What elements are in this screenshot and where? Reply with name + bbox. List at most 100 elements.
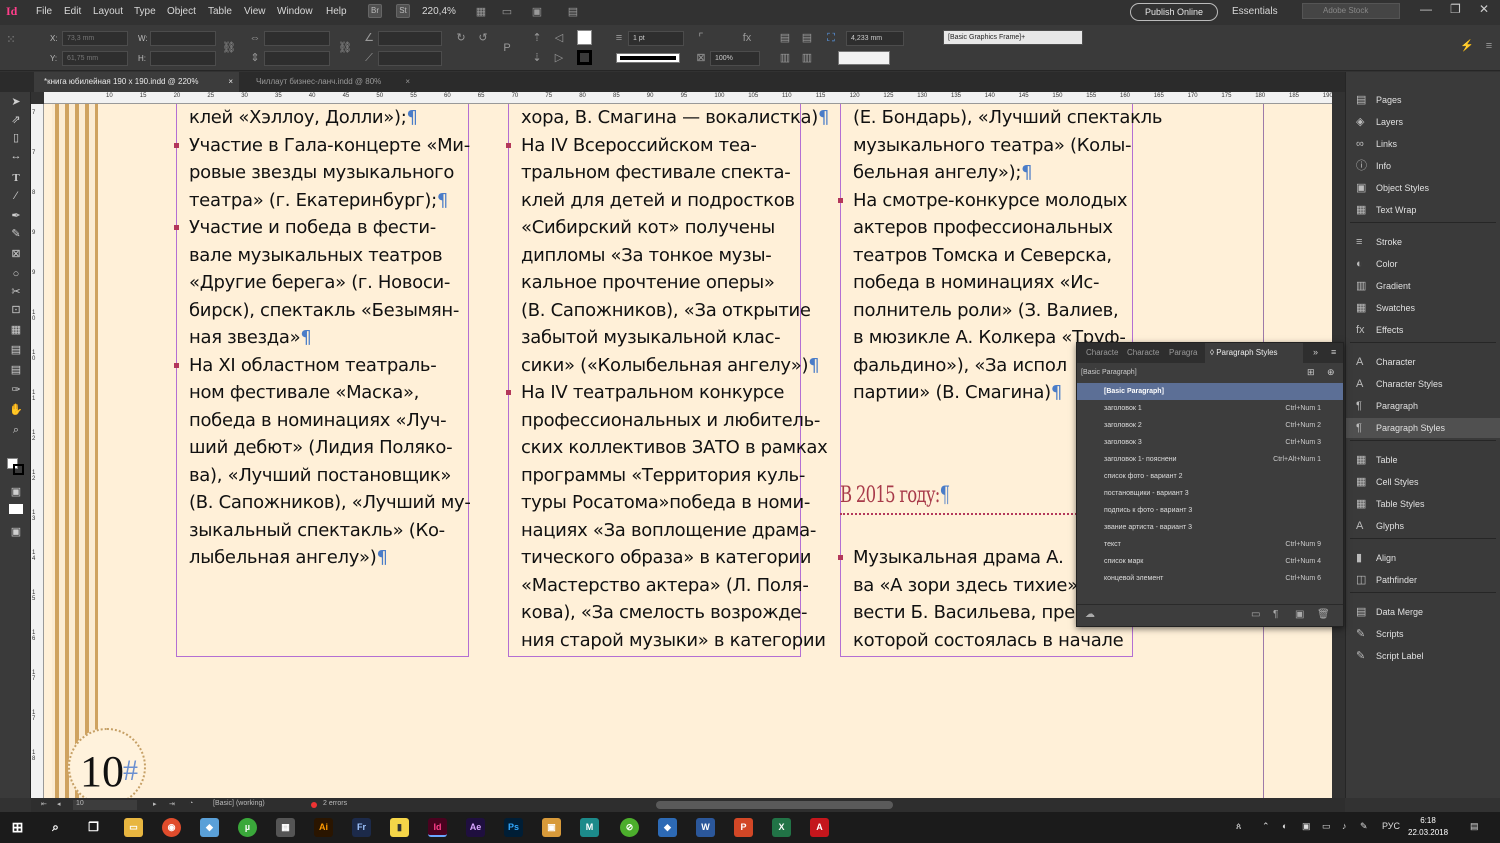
fine-reader-icon[interactable]: Fr [352,818,371,837]
panel-layers[interactable]: ◈ Layers [1346,112,1500,132]
select-previous-icon[interactable]: ◁ [552,31,566,45]
folder-icon[interactable]: ▭ [1251,609,1260,620]
auto-fit-icon[interactable]: ⛶ [824,31,838,45]
free-transform-tool-icon[interactable]: ⊡ [8,302,24,318]
stroke-type-selector[interactable] [616,53,680,63]
powerpoint-icon[interactable]: P [734,818,753,837]
arrange-documents-icon[interactable]: ▣ [530,5,544,19]
menu-layout[interactable]: Layout [93,6,123,17]
panel-cell-styles[interactable]: ▦ Cell Styles [1346,472,1500,492]
error-count[interactable]: 2 errors [323,800,347,807]
panel-info[interactable]: ⓘ Info [1346,156,1500,176]
workspace-switcher[interactable]: Essentials [1232,6,1278,17]
control-menu-icon[interactable]: ≡ [1482,39,1496,53]
image-viewer-icon[interactable]: ▣ [542,818,561,837]
close-icon[interactable]: ✕ [1479,2,1489,16]
stroke-weight-field[interactable]: 1 pt [628,31,684,46]
panel-gradient[interactable]: ▥ Gradient [1346,276,1500,296]
selection-tool-icon[interactable]: ➤ [8,94,24,110]
text-column-2[interactable]: хора, В. Смагина — вокалистка)¶ На IV Все… [506,104,829,654]
page-tool-icon[interactable]: ▯ [8,130,24,146]
screen-mode-icon[interactable]: ▭ [500,5,514,19]
battery-icon[interactable]: ▭ [1322,821,1331,832]
menu-object[interactable]: Object [167,6,196,17]
people-icon[interactable]: ጰ [1236,821,1241,832]
panel-menu-icon[interactable]: ≡ [1331,347,1336,357]
tab-paragraph[interactable]: Paragra [1164,343,1202,363]
windows-start-icon[interactable]: ⊞ [8,818,27,837]
panel-effects[interactable]: fx Effects [1346,320,1500,340]
panel-color[interactable]: ◐ Color [1346,254,1500,274]
panel-links[interactable]: ∞ Links [1346,134,1500,154]
shear-field[interactable] [378,51,442,66]
align-center-icon[interactable]: ▤ [800,31,814,45]
panel-paragraph-styles[interactable]: ¶ Paragraph Styles [1346,418,1500,438]
menu-help[interactable]: Help [326,6,347,17]
w-field[interactable] [150,31,216,46]
hand-tool-icon[interactable]: ✋ [8,402,24,418]
tray-up-icon[interactable]: ⌃ [1262,821,1270,832]
menu-edit[interactable]: Edit [64,6,81,17]
panel-pathfinder[interactable]: ◫ Pathfinder [1346,570,1500,590]
tab-document-2[interactable]: Чиллаут бизнес-ланч.indd @ 80% × [246,72,416,92]
paragraph-style-row[interactable]: звание артиста - вариант 3 [1077,519,1343,536]
panel-table-styles[interactable]: ▦ Table Styles [1346,494,1500,514]
new-style-button-icon[interactable]: ▣ [1295,609,1304,620]
adobe-stock-search[interactable]: Adobe Stock [1302,3,1400,19]
paragraph-style-row[interactable]: [Basic Paragraph] [1077,383,1343,400]
preflight-icon[interactable]: ◔ [189,800,193,807]
paragraph-style-row[interactable]: заголовок 1- пояснени Ctrl+Alt+Num 1 [1077,451,1343,468]
clock[interactable]: 6:18 22.03.2018 [1408,815,1448,839]
calculator-icon[interactable]: ▦ [276,818,295,837]
paragraph-style-row[interactable]: концевой элемент Ctrl+Num 6 [1077,570,1343,587]
object-style-select[interactable]: [Basic Graphics Frame]+ [943,30,1083,45]
vertical-ruler[interactable]: 7 7 8 9 9 1 0 1 0 1 1 1 2 1 2 1 3 1 4 1 5 1 6 1 7 1 7 1 … [31,104,44,798]
maximize-icon[interactable]: ❐ [1450,2,1461,16]
tab-character-styles[interactable]: Characte [1122,343,1164,363]
panel-text-wrap[interactable]: ▦ Text Wrap [1346,200,1500,220]
minimize-icon[interactable]: — [1420,2,1432,16]
type-tool-icon[interactable]: T [8,170,24,186]
panel-glyphs[interactable]: A Glyphs [1346,516,1500,536]
distribute-vertical-icon[interactable]: ▥ [800,51,814,65]
paragraph-style-row[interactable]: текст Ctrl+Num 9 [1077,536,1343,553]
notifications-icon[interactable]: ▤ [1470,821,1479,832]
app-icon[interactable]: ◆ [200,818,219,837]
menu-view[interactable]: View [244,6,266,17]
paragraph-style-row[interactable]: постановщики - вариант 3 [1077,485,1343,502]
stroke-preview[interactable] [838,51,890,65]
panel-align[interactable]: ▮ Align [1346,548,1500,568]
stock-button[interactable]: St [396,4,410,18]
paragraph-style-row[interactable]: заголовок 2 Ctrl+Num 2 [1077,417,1343,434]
new-style-icon[interactable]: ⊕ [1327,367,1335,378]
after-effects-icon[interactable]: Ae [466,818,485,837]
tab-close-icon[interactable]: × [228,72,233,92]
formatting-affects-icon[interactable]: ▣ [8,484,24,500]
task-view-icon[interactable]: ❐ [84,818,103,837]
panel-swatches[interactable]: ▦ Swatches [1346,298,1500,318]
cloud-library-icon[interactable]: ☁ [1085,609,1095,620]
new-group-icon[interactable]: ⊞ [1307,367,1315,378]
pencil-tool-icon[interactable]: ✎ [8,226,24,242]
default-stroke-icon[interactable] [13,464,24,475]
select-next-icon[interactable]: ▷ [552,51,566,65]
acrobat-icon[interactable]: A [810,818,829,837]
page-field[interactable]: 10 [73,800,137,810]
direct-selection-tool-icon[interactable]: ⇗ [8,112,24,128]
sticky-notes-icon[interactable]: ▮ [390,818,409,837]
tray-app2-icon[interactable]: ▣ [1302,821,1311,832]
horizontal-ruler[interactable]: 10 15 20 25 30 35 40 45 50 55 60 65 70 75 80 85 90 95 100 1… [44,92,1332,104]
pen-tool-icon[interactable]: ✒ [8,208,24,224]
bridge-button[interactable]: Br [368,4,382,18]
eyedropper-tool-icon[interactable]: ✑ [8,382,24,398]
scissors-tool-icon[interactable]: ✂ [8,284,24,300]
panel-character-styles[interactable]: A Character Styles [1346,374,1500,394]
menu-file[interactable]: File [36,6,52,17]
gradient-feather-tool-icon[interactable]: ▤ [8,342,24,358]
h-field[interactable] [150,51,216,66]
lightning-icon[interactable]: ⚡ [1460,39,1474,53]
shear-icon[interactable]: ⟋ [362,51,376,65]
constrain-proportions-icon[interactable]: ⛓ [222,41,236,55]
panel-object-styles[interactable]: ▣ Object Styles [1346,178,1500,198]
scale-y-icon[interactable]: ⇕ [248,51,262,65]
